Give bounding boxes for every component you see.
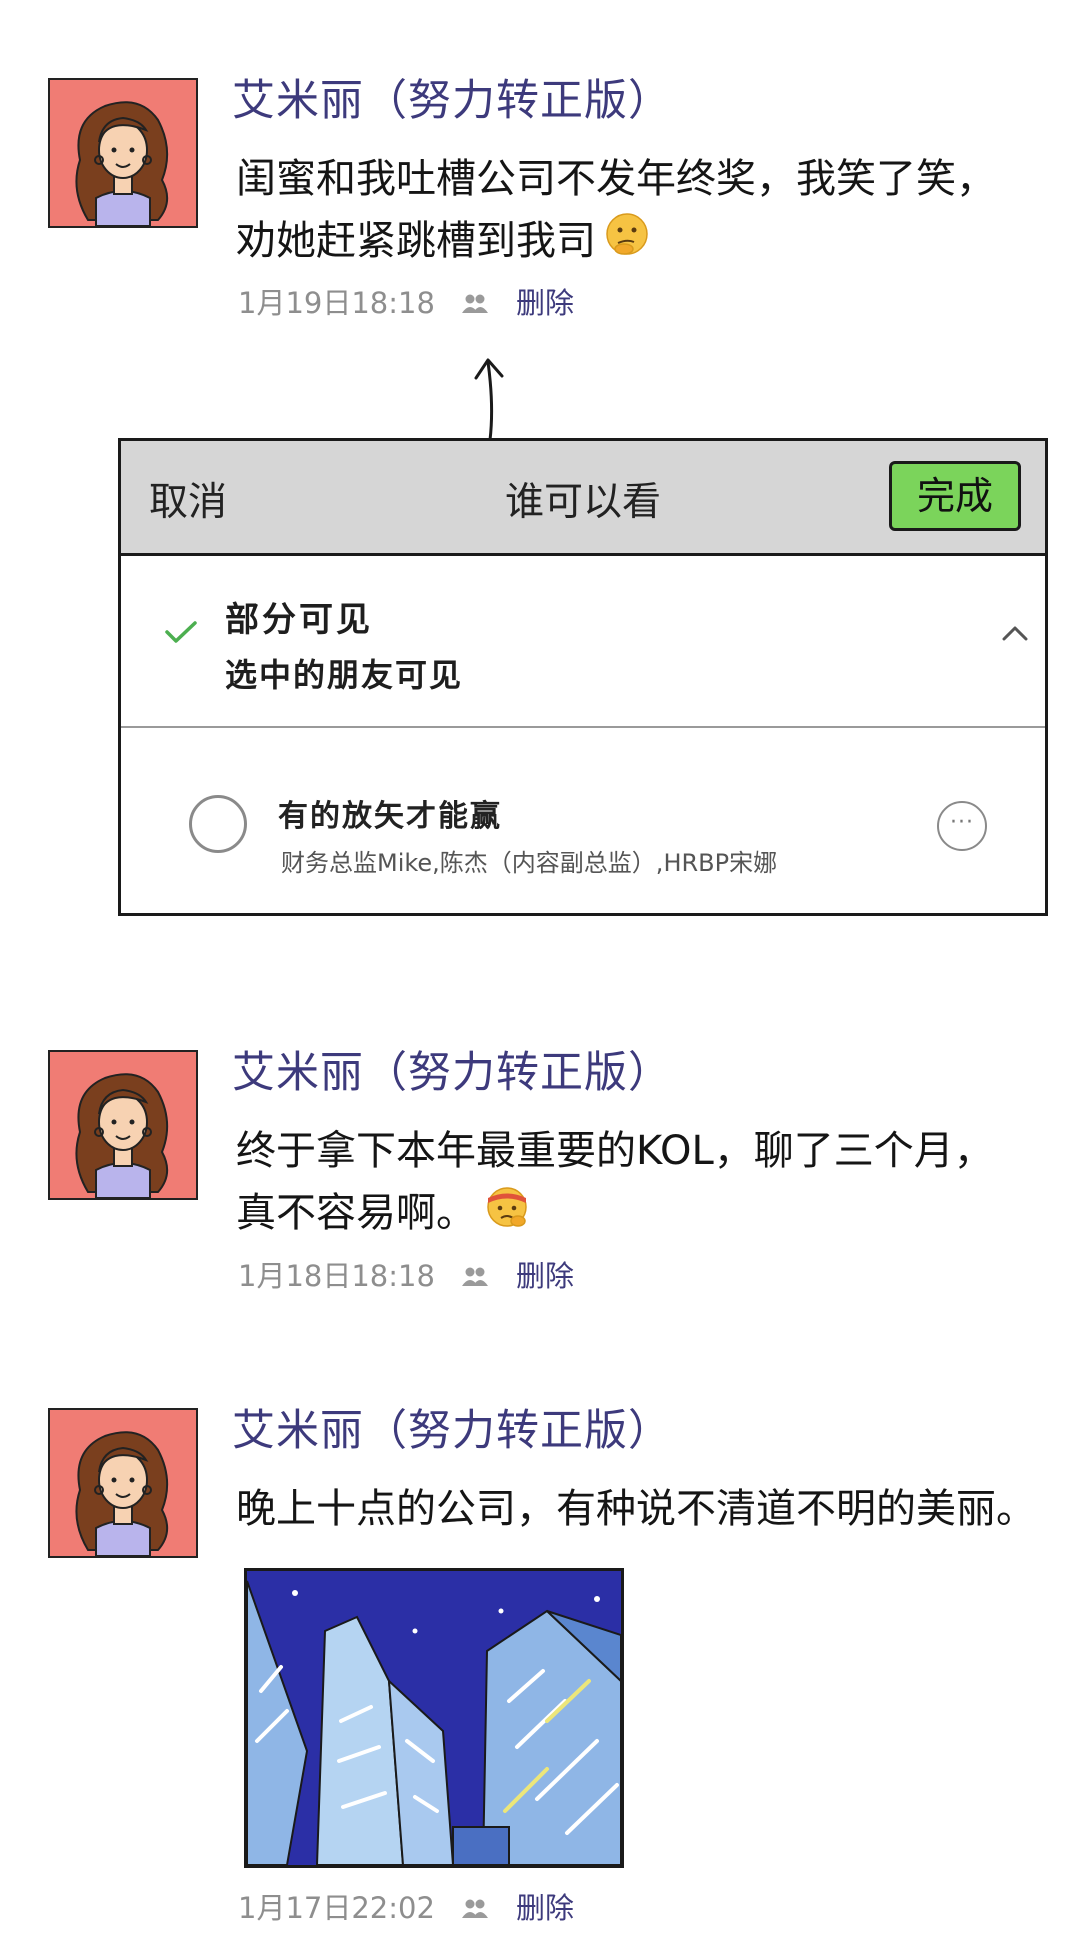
post-text-line: 晚上十点的公司，有种说不清道不明的美丽。 (236, 1486, 1036, 1532)
post-text: 终于拿下本年最重要的KOL，聊了三个月， 真不容易啊。 (236, 1120, 1056, 1247)
author-name[interactable]: 艾米丽（努力转正版） (232, 1038, 672, 1100)
avatar[interactable] (48, 1408, 198, 1558)
tag-group-item[interactable]: 有的放矢才能赢 财务总监Mike,陈杰（内容副总监）,HRBP宋娜 ··· (121, 729, 1045, 909)
delete-button[interactable]: 删除 (516, 1259, 574, 1293)
done-button[interactable]: 完成 (889, 461, 1021, 531)
checkmark-icon (163, 618, 199, 650)
post-text-line: 劝她赶紧跳槽到我司 (236, 210, 1056, 275)
option-subtitle: 选中的朋友可见 (225, 656, 464, 694)
friends-visibility-icon (460, 285, 490, 325)
option-title: 部分可见 (225, 600, 373, 640)
group-members: 财务总监Mike,陈杰（内容副总监）,HRBP宋娜 (281, 849, 778, 877)
post-text-line: 闺蜜和我吐槽公司不发年终奖，我笑了笑， (236, 156, 996, 202)
visibility-panel: 取消 谁可以看 完成 部分可见 选中的朋友可见 有的放矢才能赢 财务总监Mike… (118, 438, 1048, 916)
delete-button[interactable]: 删除 (516, 286, 574, 320)
post-text: 闺蜜和我吐槽公司不发年终奖，我笑了笑， 劝她赶紧跳槽到我司 (236, 148, 1056, 275)
post-text-line: 终于拿下本年最重要的KOL，聊了三个月， (236, 1128, 994, 1174)
chevron-up-icon[interactable] (1001, 624, 1029, 646)
avatar[interactable] (48, 1050, 198, 1200)
post-meta: 1月18日18:18 删除 (238, 1256, 574, 1296)
partial-visible-option[interactable]: 部分可见 选中的朋友可见 (121, 556, 1045, 728)
friends-visibility-icon (460, 1890, 490, 1930)
post-text-line: 真不容易啊。 (236, 1182, 1056, 1247)
post-time: 1月19日18:18 (238, 286, 435, 320)
group-radio-button[interactable] (189, 795, 247, 853)
delete-button[interactable]: 删除 (516, 1891, 574, 1925)
post-meta: 1月17日22:02 删除 (238, 1888, 574, 1928)
author-name[interactable]: 艾米丽（努力转正版） (232, 66, 672, 128)
panel-header: 取消 谁可以看 完成 (121, 441, 1045, 556)
group-name: 有的放矢才能赢 (278, 799, 502, 834)
avatar[interactable] (48, 78, 198, 228)
pointer-arrow-icon (468, 356, 512, 446)
post-time: 1月17日22:02 (238, 1891, 435, 1925)
thinking-face-emoji-icon (604, 211, 650, 275)
headband-face-emoji-icon (484, 1183, 530, 1247)
more-options-icon[interactable]: ··· (937, 801, 987, 851)
friends-visibility-icon (460, 1258, 490, 1298)
author-name[interactable]: 艾米丽（努力转正版） (232, 1396, 672, 1458)
post-text: 晚上十点的公司，有种说不清道不明的美丽。 (236, 1478, 1056, 1540)
post-meta: 1月19日18:18 删除 (238, 283, 574, 323)
post-time: 1月18日18:18 (238, 1259, 435, 1293)
post-image-night-buildings[interactable] (244, 1568, 624, 1868)
